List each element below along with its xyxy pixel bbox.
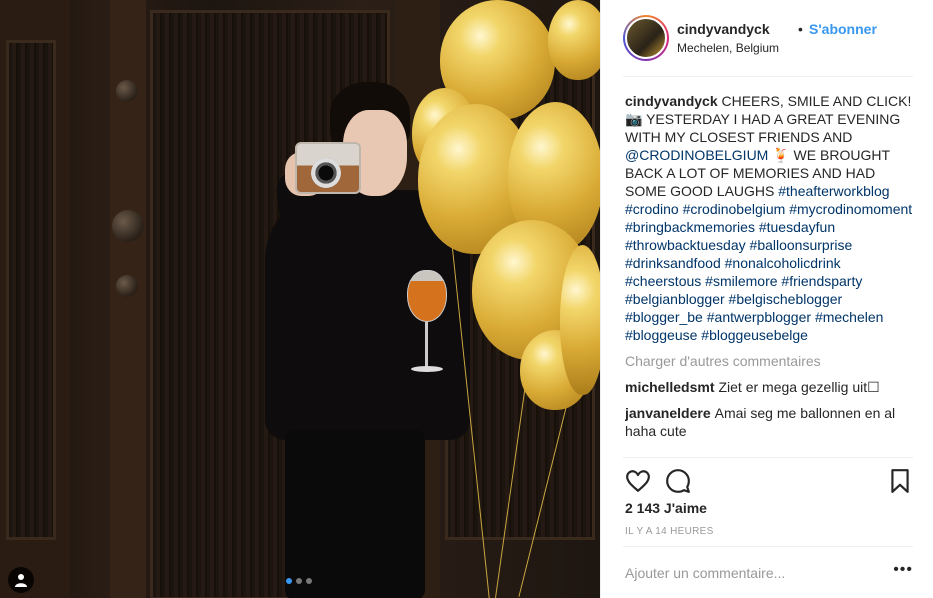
load-more-comments-button[interactable]: Charger d'autres commentaires (625, 352, 917, 370)
camera-lens (311, 158, 341, 188)
door-knob (116, 275, 138, 297)
hashtag-link[interactable]: #friendsparty (781, 273, 862, 289)
hashtag-link[interactable]: #bringbackmemories (625, 219, 755, 235)
post-timestamp[interactable]: IL Y A 14 HEURES (625, 526, 714, 537)
header-separator: • (798, 21, 803, 37)
hashtag-link[interactable]: #tuesdayfun (759, 219, 835, 235)
hashtag-link[interactable]: #bloggeuse (625, 327, 697, 343)
like-count[interactable]: 2 143 J'aime (625, 500, 707, 516)
hashtag-link[interactable]: #belgischeblogger (729, 291, 843, 307)
hashtag-link[interactable]: #nonalcoholicdrink (725, 255, 841, 271)
action-bar (623, 457, 913, 497)
hashtag-link[interactable]: #cheerstous (625, 273, 701, 289)
header-username[interactable]: cindyvandyck (677, 21, 770, 37)
carousel-indicator (286, 578, 312, 584)
post-side-panel: cindyvandyck • S'abonner Mechelen, Belgi… (600, 0, 933, 598)
bookmark-icon[interactable] (887, 468, 913, 494)
hashtag-link[interactable]: #belgianblogger (625, 291, 725, 307)
comment-input[interactable] (625, 561, 875, 585)
add-comment-bar: ••• (623, 546, 913, 598)
comment-icon[interactable] (665, 468, 691, 494)
glass-bowl (407, 270, 447, 322)
door-panel-left (6, 40, 56, 540)
comment-username[interactable]: michelledsmt (625, 379, 714, 395)
hashtag-link[interactable]: #drinksandfood (625, 255, 721, 271)
instant-camera (295, 142, 361, 194)
hashtag-link[interactable]: #antwerpblogger (707, 309, 811, 325)
carousel-dot[interactable] (306, 578, 312, 584)
wine-glass (405, 270, 449, 380)
carousel-dot[interactable] (286, 578, 292, 584)
hashtag-link[interactable]: #mycrodinomoment (789, 201, 912, 217)
hashtag-link[interactable]: #balloonsurprise (750, 237, 853, 253)
avatar[interactable] (623, 15, 669, 61)
hashtag-link[interactable]: #smilemore (705, 273, 777, 289)
caption-hashtags: #theafterworkblog #crodino #crodinobelgi… (625, 183, 912, 343)
door-knob (116, 80, 138, 102)
door-knob (112, 210, 144, 242)
comment-item: janvaneldere Amai seg me ballonnen en al … (625, 404, 917, 440)
heart-icon[interactable] (625, 468, 651, 494)
hashtag-link[interactable]: #bloggeusebelge (701, 327, 808, 343)
hashtag-link[interactable]: #theafterworkblog (778, 183, 889, 199)
glass-base (411, 366, 443, 372)
hashtag-link[interactable]: #crodino (625, 201, 679, 217)
avatar-image (625, 17, 667, 59)
follow-button[interactable]: S'abonner (809, 21, 877, 37)
legs (285, 430, 425, 598)
caption-mention[interactable]: @CRODINOBELGIUM (625, 147, 768, 163)
person-silhouette-icon (15, 574, 27, 587)
comments-list[interactable]: cindyvandyck CHEERS, SMILE AND CLICK! 📷 … (625, 92, 917, 452)
user-tag-icon[interactable] (8, 567, 34, 593)
comment-text: Ziet er mega gezellig uit☐ (718, 379, 880, 395)
more-options-icon[interactable]: ••• (893, 562, 913, 578)
post-header: cindyvandyck • S'abonner Mechelen, Belgi… (623, 15, 913, 77)
balloon (560, 245, 600, 395)
hashtag-link[interactable]: #blogger_be (625, 309, 703, 325)
comment-item: michelledsmt Ziet er mega gezellig uit☐ (625, 378, 917, 396)
balloon (548, 0, 600, 80)
carousel-dot[interactable] (296, 578, 302, 584)
post-photo[interactable] (0, 0, 600, 598)
caption: cindyvandyck CHEERS, SMILE AND CLICK! 📷 … (625, 92, 917, 344)
hashtag-link[interactable]: #throwbacktuesday (625, 237, 746, 253)
hashtag-link[interactable]: #crodinobelgium (683, 201, 786, 217)
hashtag-link[interactable]: #mechelen (815, 309, 884, 325)
caption-username[interactable]: cindyvandyck (625, 93, 718, 109)
glass-stem (425, 322, 428, 368)
location-link[interactable]: Mechelen, Belgium (677, 41, 779, 55)
comment-username[interactable]: janvaneldere (625, 405, 711, 421)
